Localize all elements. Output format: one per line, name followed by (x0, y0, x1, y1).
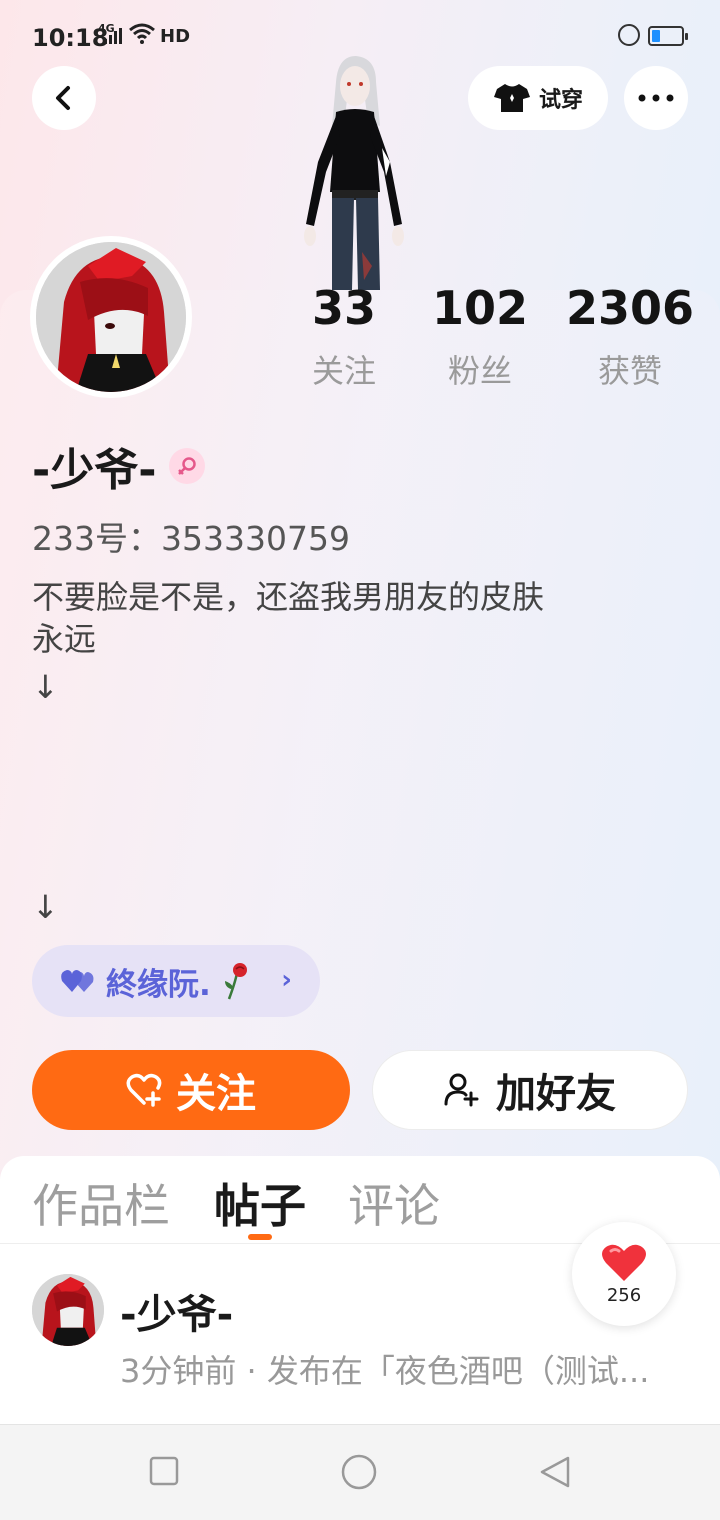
shirt-icon (493, 84, 530, 112)
profile-bio: 不要脸是不是，还盗我男朋友的皮肤 永远 (32, 576, 672, 660)
bio-arrow: ↓ (32, 668, 59, 706)
female-icon (168, 448, 205, 484)
tab-indicator (248, 1234, 272, 1240)
stat-label: 获赞 (597, 352, 662, 390)
post-author-name[interactable]: -少爷- (120, 1282, 233, 1340)
stat-followers[interactable]: 102 粉丝 (432, 280, 528, 400)
user-id: 233号：353330759 (32, 519, 350, 558)
system-nav-bar (0, 1424, 720, 1520)
tab-comments[interactable]: 评论 (348, 1170, 440, 1236)
stat-value: 102 (432, 281, 529, 335)
bio-line: 不要脸是不是，还盗我男朋友的皮肤 (32, 578, 545, 616)
hd-indicator: HD (160, 26, 191, 47)
back-button[interactable] (32, 66, 96, 130)
try-on-button[interactable]: 试穿 (468, 66, 608, 130)
add-user-icon (444, 1073, 479, 1107)
stat-following[interactable]: 33 关注 (300, 280, 388, 400)
follow-button[interactable]: 关注 (32, 1050, 350, 1130)
follow-label: 关注 (176, 1071, 256, 1117)
stat-value: 2306 (566, 281, 695, 335)
add-friend-button[interactable]: 加好友 (372, 1050, 688, 1130)
stat-label: 粉丝 (447, 352, 512, 390)
like-button[interactable]: 256 (572, 1222, 676, 1326)
stat-likes[interactable]: 2306 获赞 (566, 280, 694, 400)
profile-avatar[interactable] (30, 236, 192, 398)
stat-value: 33 (311, 281, 376, 335)
couple-tag-label: 終缘阮. (106, 966, 211, 1003)
status-time: 10:18 (32, 24, 109, 52)
add-friend-label: 加好友 (496, 1071, 616, 1117)
back-nav-icon[interactable] (538, 1455, 572, 1493)
profile-card (0, 290, 720, 1170)
tab-works[interactable]: 作品栏 (32, 1170, 170, 1236)
heart-icon (602, 1244, 646, 1281)
profile-username: -少爷- (32, 434, 205, 498)
home-icon[interactable] (340, 1453, 378, 1495)
post-author-avatar[interactable] (32, 1274, 104, 1346)
rose-icon (224, 963, 247, 1000)
more-dots-icon (638, 94, 674, 102)
like-count: 256 (606, 1284, 642, 1306)
more-button[interactable] (624, 66, 688, 130)
tab-posts[interactable]: 帖子 (214, 1170, 306, 1236)
double-heart-icon (61, 970, 94, 992)
signal-icon (104, 28, 122, 44)
heart-plus-icon (126, 1073, 162, 1107)
bio-arrow: ↓ (32, 888, 59, 926)
chevron-right-icon: › (281, 965, 292, 995)
try-on-label: 试穿 (538, 88, 583, 113)
bio-line: 永远 (32, 620, 97, 658)
username-text: -少爷- (32, 445, 157, 496)
chevron-left-icon (56, 86, 70, 110)
stat-label: 关注 (311, 352, 376, 390)
battery-icon (648, 26, 688, 46)
couple-tag[interactable]: 終缘阮. › (32, 945, 320, 1017)
wifi-icon (128, 22, 156, 50)
rotation-lock-icon (618, 24, 640, 46)
post-meta: 3分钟前 · 发布在「夜色酒吧（测试... (120, 1352, 650, 1390)
avatar-3d-character[interactable] (298, 52, 412, 290)
recent-apps-icon[interactable] (148, 1455, 180, 1491)
